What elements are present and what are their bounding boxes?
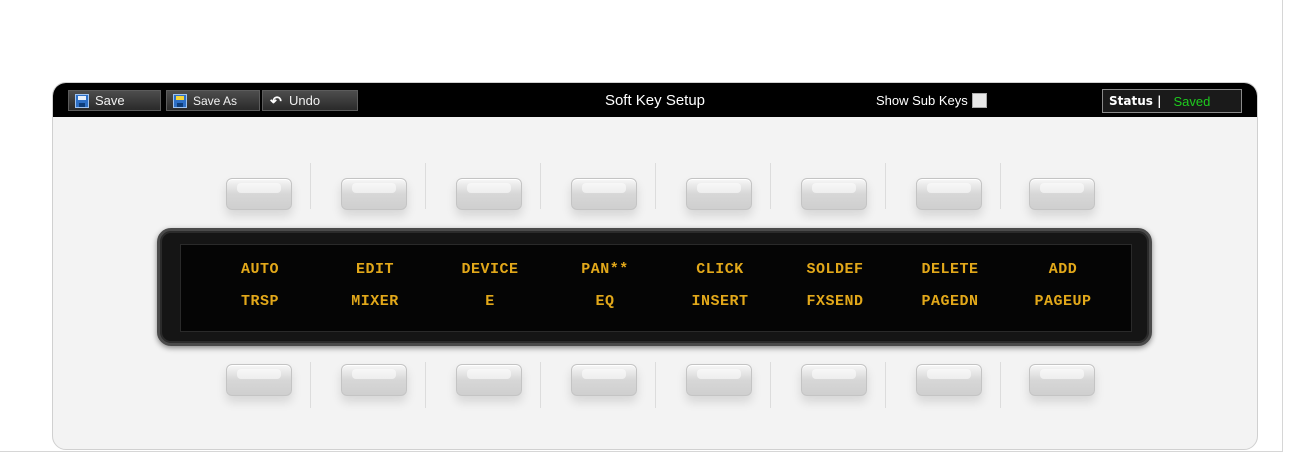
key-separator	[540, 163, 541, 209]
show-sub-keys-toggle: Show Sub Keys	[876, 83, 987, 117]
lcd-label-bottom-3: E	[485, 293, 495, 310]
lcd-label-bottom-2: MIXER	[351, 293, 399, 310]
lcd-label-top-2: EDIT	[355, 261, 394, 278]
key-separator	[1000, 163, 1001, 209]
save-button-label: Save	[95, 93, 125, 108]
lcd-label-top-1: AUTO	[240, 261, 279, 278]
key-separator	[885, 362, 886, 408]
soft-key-bottom-4[interactable]	[571, 364, 637, 396]
soft-key-bottom-3[interactable]	[456, 364, 522, 396]
key-separator	[770, 362, 771, 408]
undo-button[interactable]: ↶ Undo	[262, 90, 358, 111]
lcd-label-top-5: CLICK	[696, 261, 744, 278]
save-as-button[interactable]: Save As	[166, 90, 260, 111]
lcd-label-bottom-4: EQ	[595, 293, 615, 310]
show-sub-keys-label: Show Sub Keys	[876, 92, 968, 108]
soft-key-bottom-8[interactable]	[1029, 364, 1095, 396]
key-separator	[655, 163, 656, 209]
save-button[interactable]: Save	[68, 90, 161, 111]
soft-key-bottom-5[interactable]	[686, 364, 752, 396]
soft-key-top-2[interactable]	[341, 178, 407, 210]
show-sub-keys-checkbox[interactable]	[971, 92, 987, 108]
lcd-label-bottom-6: FXSEND	[806, 293, 864, 310]
soft-key-top-3[interactable]	[456, 178, 522, 210]
save-as-button-label: Save As	[193, 93, 238, 108]
status-box: Status | Saved	[1102, 89, 1242, 113]
soft-key-bottom-6[interactable]	[801, 364, 867, 396]
toolbar: Save Save As ↶ Undo Soft Key Setup Show …	[53, 83, 1257, 117]
key-separator	[770, 163, 771, 209]
lcd-display-bezel: AUTO EDIT DEVICE PAN** CLICK SOLDEF DELETE ADD T…	[157, 228, 1152, 346]
key-separator	[425, 362, 426, 408]
soft-key-top-7[interactable]	[916, 178, 982, 210]
key-separator	[655, 362, 656, 408]
status-label: Status |	[1109, 94, 1162, 108]
key-separator	[1000, 362, 1001, 408]
floppy-disk-edit-icon	[173, 93, 187, 108]
soft-key-top-8[interactable]	[1029, 178, 1095, 210]
lcd-label-top-4: PAN**	[581, 261, 629, 278]
soft-key-bottom-1[interactable]	[226, 364, 292, 396]
soft-key-panel: Save Save As ↶ Undo Soft Key Setup Show …	[52, 82, 1258, 450]
undo-arrow-icon: ↶	[270, 92, 282, 109]
soft-key-top-1[interactable]	[226, 178, 292, 210]
key-separator	[885, 163, 886, 209]
lcd-label-bottom-8: PAGEUP	[1034, 293, 1092, 310]
lcd-label-top-7: DELETE	[921, 261, 979, 278]
key-separator	[310, 163, 311, 209]
soft-key-top-4[interactable]	[571, 178, 637, 210]
lcd-screen: AUTO EDIT DEVICE PAN** CLICK SOLDEF DELETE ADD T…	[180, 244, 1132, 332]
soft-key-bottom-2[interactable]	[341, 364, 407, 396]
undo-button-label: Undo	[289, 93, 321, 108]
lcd-label-top-6: SOLDEF	[806, 261, 864, 278]
soft-key-bottom-7[interactable]	[916, 364, 982, 396]
status-value: Saved	[1173, 93, 1211, 109]
lcd-label-top-3: DEVICE	[461, 261, 519, 278]
lcd-label-bottom-1: TRSP	[240, 293, 279, 310]
soft-key-top-6[interactable]	[801, 178, 867, 210]
lcd-label-top-8: ADD	[1048, 261, 1078, 278]
key-separator	[310, 362, 311, 408]
lcd-label-bottom-7: PAGEDN	[921, 293, 979, 310]
key-separator	[540, 362, 541, 408]
soft-key-top-5[interactable]	[686, 178, 752, 210]
floppy-disk-icon	[75, 93, 89, 108]
key-separator	[425, 163, 426, 209]
lcd-label-bottom-5: INSERT	[691, 293, 749, 310]
